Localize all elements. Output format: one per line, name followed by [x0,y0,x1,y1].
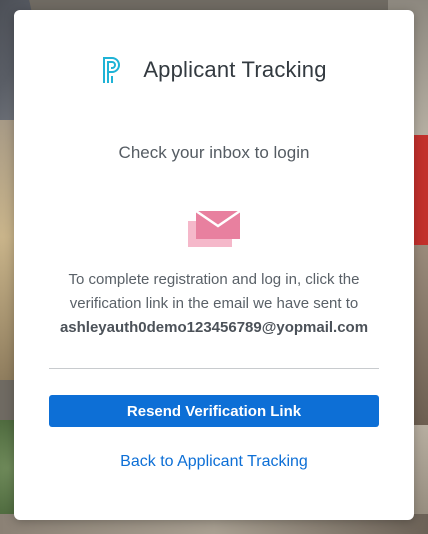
back-to-applicant-tracking-link[interactable]: Back to Applicant Tracking [14,453,414,471]
message-line: verification link in the email we have s… [69,295,359,312]
verification-card: Applicant Tracking Check your inbox to l… [14,10,414,520]
envelope-icon [188,209,242,247]
message-line: To complete registration and log in, cli… [68,271,360,288]
app-title: Applicant Tracking [143,57,327,82]
email-address: ashleyauth0demo123456789@yopmail.com [59,319,369,336]
powerschool-p-logo-icon [101,56,125,84]
page-subtitle: Check your inbox to login [118,143,310,162]
card-header: Applicant Tracking [14,54,414,86]
divider [49,368,379,369]
resend-verification-button[interactable]: Resend Verification Link [49,395,379,427]
verification-message: To complete registration and log in, cli… [14,268,414,340]
